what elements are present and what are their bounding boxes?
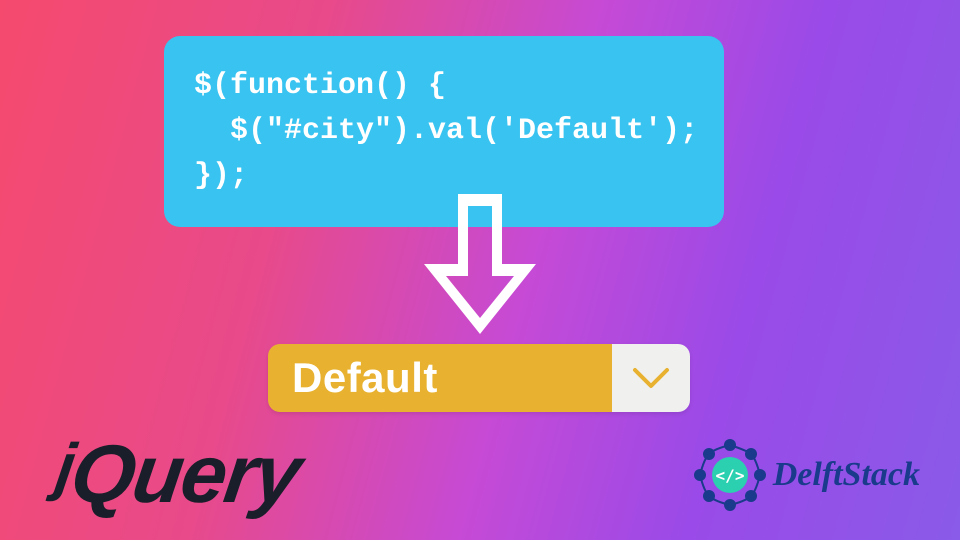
delftstack-logo-text: DelftStack xyxy=(773,456,920,494)
dropdown-caret xyxy=(612,344,690,412)
arrow-down-icon xyxy=(420,194,540,349)
dropdown-select[interactable]: Default xyxy=(268,344,690,412)
delftstack-logo: </> DelftStack xyxy=(689,434,920,516)
delftstack-emblem-icon: </> xyxy=(689,434,771,516)
chevron-down-icon xyxy=(631,366,671,390)
jquery-logo-text: Query xyxy=(65,429,305,520)
code-line-3: }); xyxy=(194,159,248,193)
svg-text:</>: </> xyxy=(715,466,744,485)
dropdown-selected-label: Default xyxy=(268,344,612,412)
code-line-1: $(function() { xyxy=(194,69,446,103)
code-line-2: $("#city").val('Default'); xyxy=(194,114,698,148)
jquery-logo: jQuery xyxy=(49,428,305,522)
